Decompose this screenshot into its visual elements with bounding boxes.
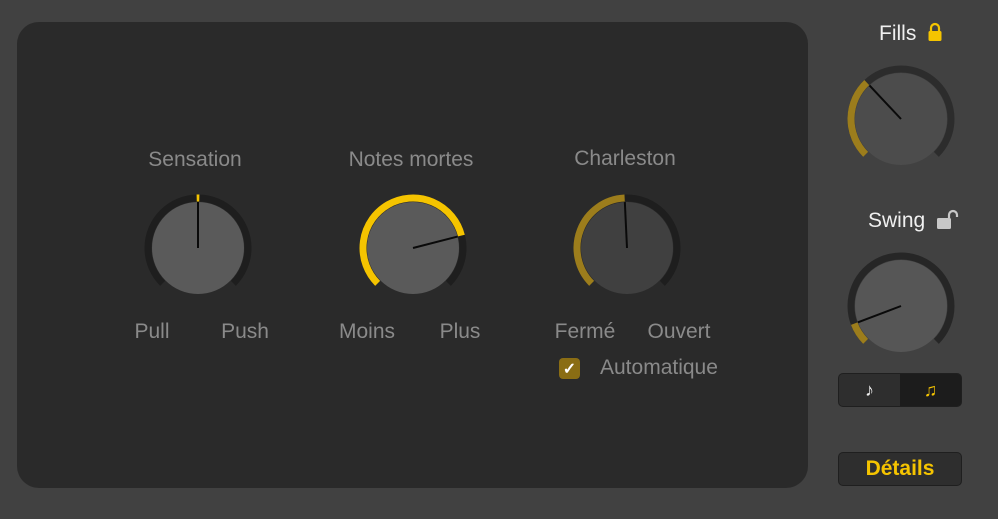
notes-mortes-knob[interactable]	[352, 187, 474, 309]
fills-knob[interactable]	[840, 58, 962, 180]
sensation-title: Sensation	[148, 148, 242, 171]
automatic-label: Automatique	[600, 356, 718, 379]
charleston-title: Charleston	[574, 147, 676, 170]
checkmark-icon: ✓	[562, 360, 577, 378]
swing-title: Swing	[868, 209, 926, 232]
notes-mortes-title: Notes mortes	[348, 148, 474, 171]
lock-closed-icon[interactable]	[927, 22, 943, 42]
charleston-max-label: Ouvert	[647, 320, 711, 343]
charleston-min-label: Fermé	[554, 320, 616, 343]
lock-open-icon[interactable]	[936, 209, 960, 231]
sensation-min-label: Pull	[134, 320, 170, 343]
sixteenth-note-icon: ♫	[923, 379, 938, 400]
automatic-checkbox[interactable]: ✓	[559, 358, 580, 379]
sixteenth-note-option[interactable]: ♫	[900, 374, 961, 406]
eighth-note-icon: ♪	[865, 379, 874, 400]
eighth-note-option[interactable]: ♪	[839, 374, 900, 406]
notes-mortes-min-label: Moins	[338, 320, 396, 343]
fills-title: Fills	[879, 22, 917, 45]
sensation-max-label: Push	[221, 320, 269, 343]
swing-knob[interactable]	[840, 245, 962, 367]
charleston-knob[interactable]	[566, 187, 688, 309]
note-resolution-toggle[interactable]: ♪ ♫	[838, 373, 962, 407]
notes-mortes-max-label: Plus	[439, 320, 481, 343]
sensation-knob[interactable]	[137, 187, 259, 309]
details-button[interactable]: Détails	[838, 452, 962, 486]
